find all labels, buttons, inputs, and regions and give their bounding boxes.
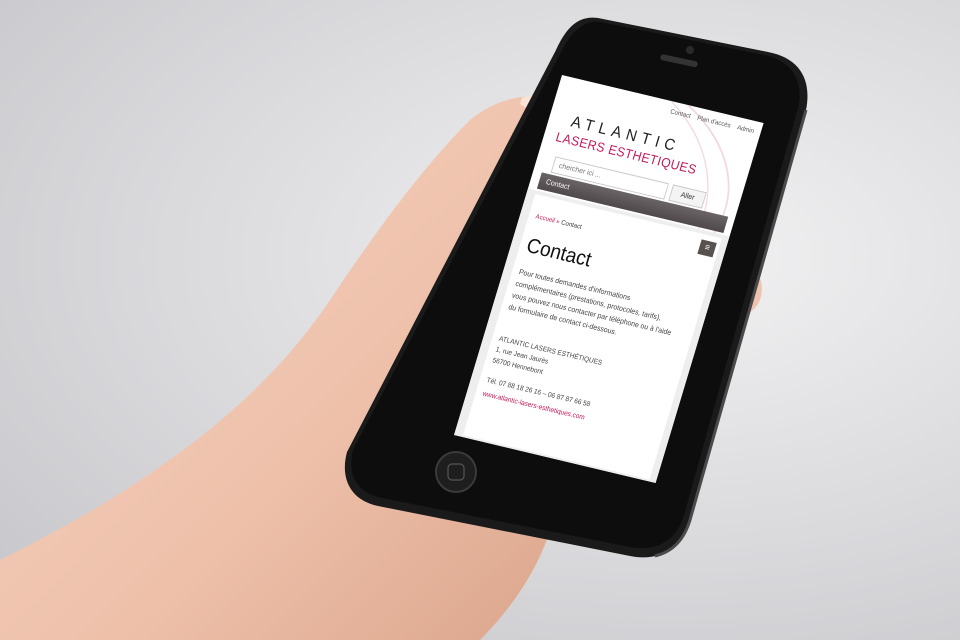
nav-bar-current[interactable]: Contact (545, 178, 571, 192)
phone-device (344, 17, 808, 558)
